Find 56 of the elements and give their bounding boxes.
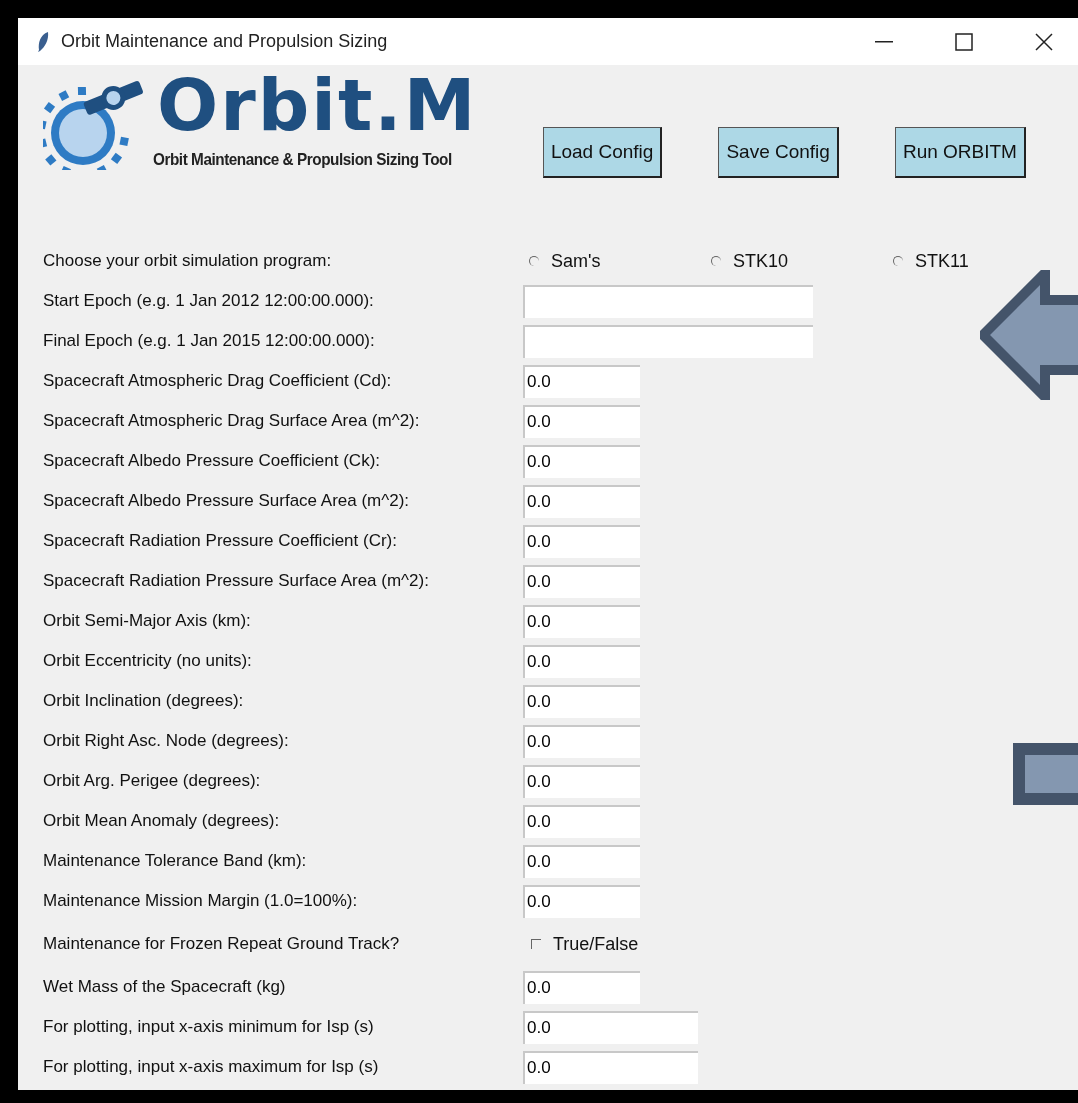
field-label: For plotting, input x-axis minimum for Isp (s) xyxy=(43,1016,375,1039)
toolbar-button[interactable]: Load Config xyxy=(542,127,663,178)
checkbox-label: True/False xyxy=(553,932,639,956)
text-field[interactable]: 0.0 xyxy=(523,804,640,838)
text-field[interactable] xyxy=(523,284,813,318)
field-label: Choose your orbit simulation program: xyxy=(43,250,333,273)
text-field[interactable]: 0.0 xyxy=(523,404,640,438)
text-field[interactable]: 0.0 xyxy=(523,364,640,398)
text-field[interactable]: 0.0 xyxy=(523,764,640,798)
feather-icon xyxy=(36,30,50,53)
text-field[interactable]: 0.0 xyxy=(523,644,640,678)
field-label: Orbit Eccentricity (no units): xyxy=(43,650,253,673)
field-label: Maintenance Mission Margin (1.0=100%): xyxy=(43,890,359,913)
window-title: Orbit Maintenance and Propulsion Sizing xyxy=(61,30,388,53)
checkbox[interactable] xyxy=(531,939,541,949)
field-label: Orbit Semi-Major Axis (km): xyxy=(43,610,252,633)
text-field[interactable]: 0.0 xyxy=(523,444,640,478)
field-label: Spacecraft Atmospheric Drag Surface Area (m^2): xyxy=(43,410,421,433)
text-field[interactable]: 0.0 xyxy=(523,524,640,558)
text-field[interactable]: 0.0 xyxy=(523,970,640,1004)
left-arrow-icon xyxy=(980,270,1078,400)
field-label: Spacecraft Atmospheric Drag Coefficient (Cd): xyxy=(43,370,393,393)
field-label: Orbit Arg. Perigee (degrees): xyxy=(43,770,262,793)
text-field[interactable]: 0.0 xyxy=(523,1010,698,1044)
minimize-icon xyxy=(875,40,893,43)
text-field[interactable]: 0.0 xyxy=(523,1050,698,1084)
field-label: Orbit Right Asc. Node (degrees): xyxy=(43,730,290,753)
field-label: Spacecraft Radiation Pressure Surface Area (m^2): xyxy=(43,570,430,593)
maximize-icon xyxy=(955,32,973,51)
text-field[interactable]: 0.0 xyxy=(523,844,640,878)
field-label: Spacecraft Albedo Pressure Coefficient (Ck): xyxy=(43,450,381,473)
text-field[interactable]: 0.0 xyxy=(523,724,640,758)
logo-title: Orbit.M xyxy=(157,65,479,145)
text-field[interactable]: 0.0 xyxy=(523,884,640,918)
toolbar-button[interactable]: Run ORBITM xyxy=(894,127,1026,178)
text-field[interactable]: 0.0 xyxy=(523,604,640,638)
field-label: Start Epoch (e.g. 1 Jan 2012 12:00:00.000): xyxy=(43,290,375,313)
field-label: For plotting, input x-axis maximum for Isp (s) xyxy=(43,1056,380,1079)
logo-subtitle: Orbit Maintenance & Propulsion Sizing Tool xyxy=(153,149,452,171)
radio-label: Sam's xyxy=(551,249,601,273)
field-label: Orbit Inclination (degrees): xyxy=(43,690,245,713)
text-field[interactable]: 0.0 xyxy=(523,484,640,518)
field-label: Maintenance for Frozen Repeat Ground Track? xyxy=(43,933,401,956)
text-field[interactable]: 0.0 xyxy=(523,684,640,718)
toolbar-button[interactable]: Save Config xyxy=(718,127,839,178)
field-label: Final Epoch (e.g. 1 Jan 2015 12:00:00.000): xyxy=(43,330,376,353)
field-label: Orbit Mean Anomaly (degrees): xyxy=(43,810,281,833)
field-label: Maintenance Tolerance Band (km): xyxy=(43,850,308,873)
close-icon xyxy=(1035,32,1053,51)
field-label: Wet Mass of the Spacecraft (kg) xyxy=(43,976,287,999)
field-label: Spacecraft Albedo Pressure Surface Area (m^2): xyxy=(43,490,411,513)
text-field[interactable] xyxy=(523,324,813,358)
text-field[interactable]: 0.0 xyxy=(523,564,640,598)
field-label: Spacecraft Radiation Pressure Coefficient (Cr): xyxy=(43,530,398,553)
radio-label: STK10 xyxy=(733,249,789,273)
radio-label: STK11 xyxy=(915,249,969,273)
